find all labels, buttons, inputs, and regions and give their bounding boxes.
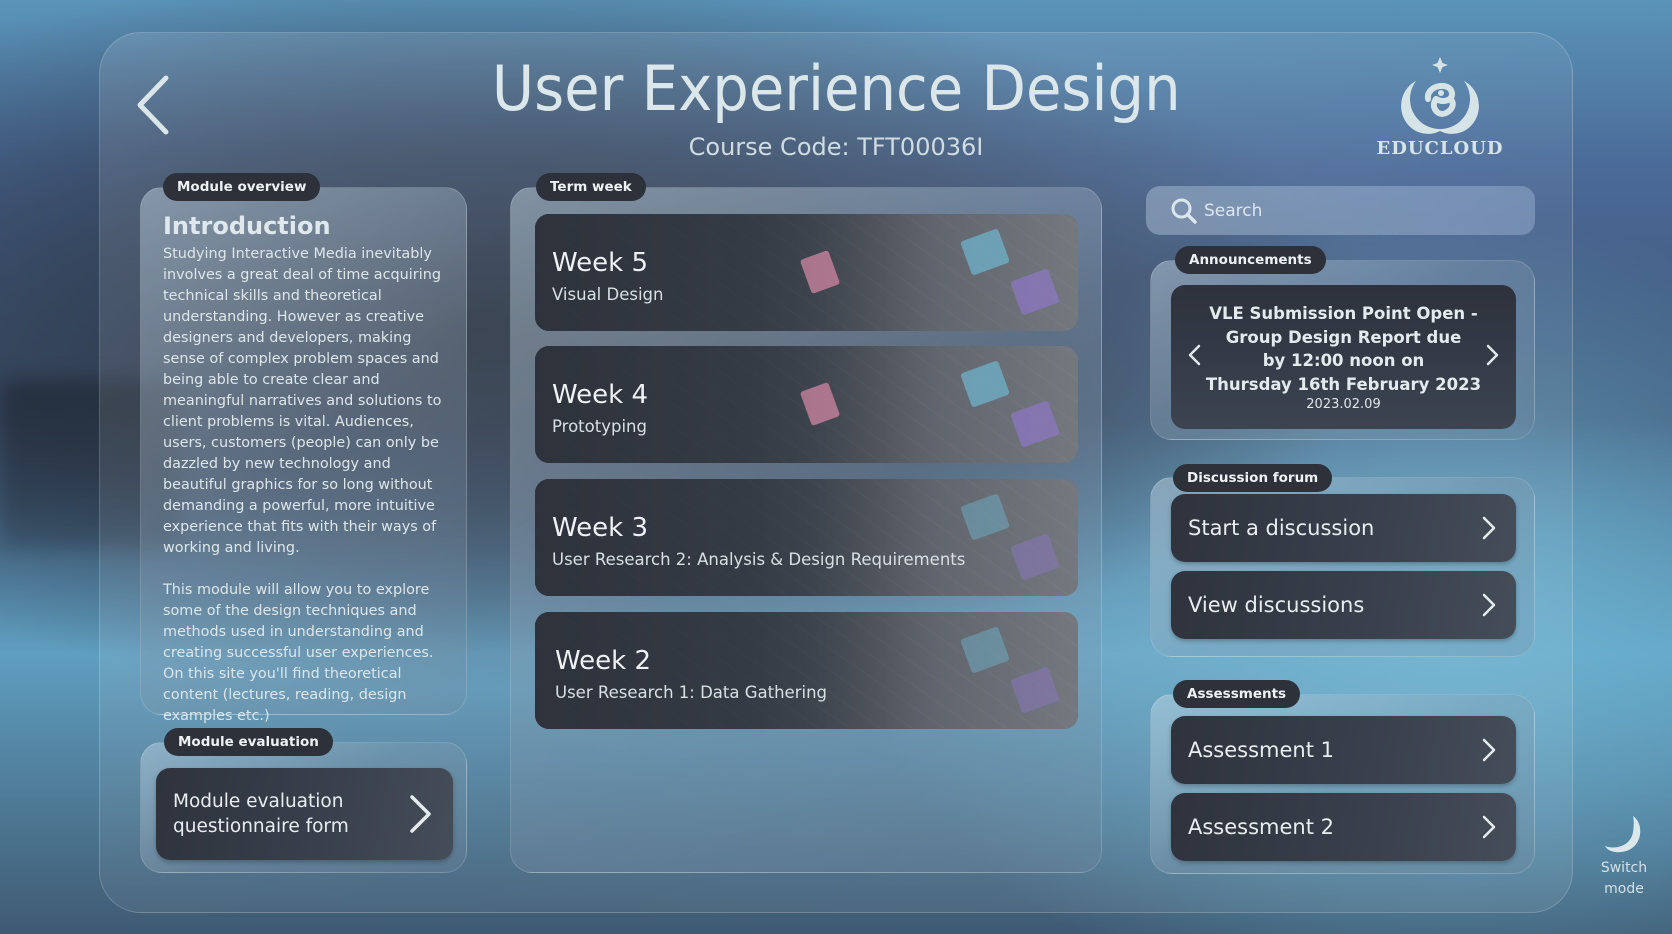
previous-announcement-button[interactable] xyxy=(1185,340,1205,370)
search-bar[interactable] xyxy=(1146,186,1535,235)
week-title: Week 4 xyxy=(552,380,649,410)
intro-body: Studying Interactive Media inevitably in… xyxy=(163,244,444,727)
week-subtitle: User Research 1: Data Gathering xyxy=(555,683,828,702)
intro-paragraph: This module will allow you to explore so… xyxy=(163,582,434,724)
moon-icon xyxy=(1605,816,1641,853)
assessment-2-label: Assessment 2 xyxy=(1188,815,1335,839)
module-overview-pill: Module overview xyxy=(163,173,321,201)
intro-paragraph: Studying Interactive Media inevitably in… xyxy=(163,246,442,556)
search-icon xyxy=(1171,198,1197,224)
week-card[interactable]: Week 3 User Research 2: Analysis & Desig… xyxy=(535,479,1078,596)
assessment-1-button[interactable]: Assessment 1 xyxy=(1171,716,1516,784)
module-evaluation-line1: Module evaluation xyxy=(173,791,344,812)
chevron-right-icon xyxy=(410,795,431,833)
announcements-pill: Announcements xyxy=(1175,246,1326,274)
educloud-logo-icon xyxy=(1401,57,1479,134)
week-title: Week 2 xyxy=(555,646,652,676)
announcement-line: by 12:00 noon on xyxy=(1262,351,1425,370)
announcements-card: VLE Submission Point Open - Group Design… xyxy=(1150,260,1535,440)
week-subtitle: User Research 2: Analysis & Design Requi… xyxy=(552,550,966,569)
discussion-forum-card: Start a discussion View discussions xyxy=(1150,477,1535,657)
announcement-title: VLE Submission Point Open - Group Design… xyxy=(1171,302,1516,396)
announcement-line: VLE Submission Point Open - xyxy=(1209,304,1478,323)
discussion-forum-pill: Discussion forum xyxy=(1173,464,1333,492)
week-card[interactable]: Week 4 Prototyping xyxy=(535,346,1078,463)
chevron-right-icon xyxy=(1482,593,1496,617)
module-evaluation-card: Module evaluation questionnaire form xyxy=(140,742,467,873)
module-evaluation-label: Module evaluation questionnaire form xyxy=(173,789,349,839)
announcement-date: 2023.02.09 xyxy=(1306,397,1381,412)
announcement-item: VLE Submission Point Open - Group Design… xyxy=(1171,285,1516,429)
announcement-line: Thursday 16th February 2023 xyxy=(1205,374,1482,394)
intro-heading: Introduction xyxy=(163,212,331,240)
start-discussion-button[interactable]: Start a discussion xyxy=(1171,494,1516,562)
switch-mode-line1: Switch xyxy=(1600,860,1648,876)
page-title-text: User Experience Design xyxy=(491,52,1181,125)
search-input[interactable] xyxy=(1204,186,1524,235)
switch-mode-label: Switch mode xyxy=(1591,858,1657,900)
switch-mode-button[interactable]: Switch mode xyxy=(1591,812,1657,912)
week-title: Week 5 xyxy=(552,248,649,278)
view-discussions-label: View discussions xyxy=(1188,593,1365,617)
module-evaluation-pill: Module evaluation xyxy=(164,728,333,756)
assessment-1-label: Assessment 1 xyxy=(1188,738,1335,762)
chevron-right-icon xyxy=(1482,738,1496,762)
term-week-pill: Term week xyxy=(536,173,646,201)
week-card[interactable]: Week 5 Visual Design xyxy=(535,214,1078,331)
module-overview-card: Introduction Studying Interactive Media … xyxy=(140,187,467,724)
educloud-logo: EDUCLOUD xyxy=(1370,55,1510,170)
assessments-card: Assessment 1 Assessment 2 xyxy=(1150,694,1535,874)
assessments-pill: Assessments xyxy=(1173,680,1301,708)
chevron-right-icon xyxy=(1482,516,1496,540)
logo-text: EDUCLOUD xyxy=(1376,138,1504,159)
module-evaluation-button[interactable]: Module evaluation questionnaire form xyxy=(156,768,453,860)
week-subtitle: Prototyping xyxy=(552,417,647,436)
week-subtitle: Visual Design xyxy=(552,285,664,304)
switch-mode-line2: mode xyxy=(1604,881,1644,897)
term-week-panel: Week 5 Visual Design Week 4 Prototyping … xyxy=(510,187,1102,873)
week-title: Week 3 xyxy=(552,513,649,543)
assessment-2-button[interactable]: Assessment 2 xyxy=(1171,793,1516,861)
next-announcement-button[interactable] xyxy=(1482,340,1502,370)
week-card[interactable]: Week 2 User Research 1: Data Gathering xyxy=(535,612,1078,729)
view-discussions-button[interactable]: View discussions xyxy=(1171,571,1516,639)
chevron-right-icon xyxy=(1482,815,1496,839)
module-evaluation-line2: questionnaire form xyxy=(173,816,349,837)
announcement-line: Group Design Report due xyxy=(1225,327,1462,347)
start-discussion-label: Start a discussion xyxy=(1188,516,1375,540)
